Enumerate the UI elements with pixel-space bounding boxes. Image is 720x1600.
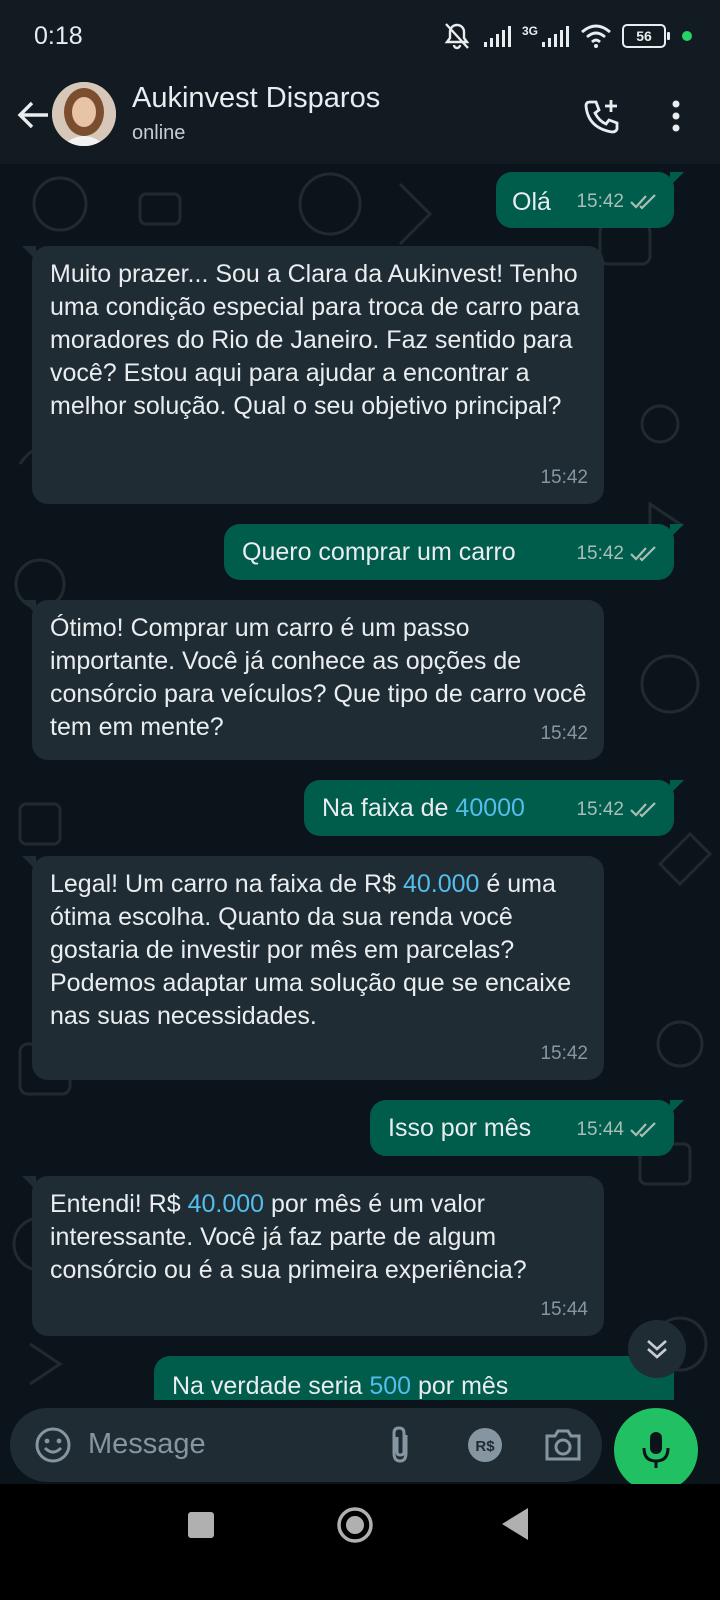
message-meta: 15:44 [576, 1113, 658, 1146]
message-incoming[interactable]: Muito prazer... Sou a Clara da Aukinvest… [22, 246, 604, 504]
voice-message-button[interactable] [614, 1408, 698, 1492]
camera-button[interactable] [540, 1422, 586, 1468]
message-outgoing[interactable]: Na faixa de 40000 15:42 [304, 780, 684, 836]
scroll-down-icon [647, 1340, 667, 1359]
status-icons: 3G 56 [442, 20, 692, 52]
privacy-indicator [682, 31, 692, 41]
message-time: 15:44 [540, 1299, 588, 1320]
attach-icon [392, 1426, 408, 1463]
avatar-image [52, 82, 116, 146]
payment-icon: R$ [468, 1428, 502, 1462]
message-text: Muito prazer... Sou a Clara da Aukinvest… [50, 260, 580, 420]
message-outgoing[interactable]: Na verdade seria 500 por mês [154, 1356, 684, 1400]
contact-status: online [132, 122, 186, 144]
message-incoming[interactable]: Ótimo! Comprar um carro é um passo impor… [22, 600, 604, 760]
message-time: 15:42 [540, 1043, 588, 1064]
message-time: 15:42 [540, 467, 588, 488]
message-list[interactable]: Olá 15:42 Muito prazer... Sou a Clara da… [0, 164, 720, 1400]
message-placeholder: Message [88, 1428, 206, 1460]
svg-text:R$: R$ [475, 1438, 495, 1455]
signal-icon [483, 26, 511, 47]
payment-button[interactable]: R$ [462, 1422, 508, 1468]
message-text: Entendi! R$ 40.000 por mês é um valor in… [50, 1190, 527, 1284]
more-options-button[interactable] [656, 92, 696, 140]
recents-button[interactable] [188, 1512, 214, 1538]
message-incoming[interactable]: Legal! Um carro na faixa de R$ 40.000 é … [22, 856, 604, 1080]
double-check-icon [630, 801, 656, 818]
bubble-tail [22, 1176, 36, 1190]
mic-icon [642, 1432, 670, 1468]
status-bar: 0:18 3G 56 [0, 0, 720, 72]
wifi-icon [581, 24, 611, 48]
message-time: 15:42 [540, 723, 588, 744]
contact-name[interactable]: Aukinvest Disparos [132, 82, 380, 115]
message-meta: 15:42 [540, 717, 588, 750]
message-outgoing[interactable]: Quero comprar um carro 15:42 [224, 524, 684, 580]
message-text: Ótimo! Comprar um carro é um passo impor… [50, 614, 587, 741]
message-meta: 15:42 [540, 461, 588, 494]
message-input[interactable]: Message R$ [10, 1408, 602, 1482]
phone-link[interactable]: 40000 [455, 794, 525, 822]
home-button[interactable] [336, 1506, 374, 1544]
nav-back-button[interactable] [500, 1506, 530, 1542]
message-time: 15:42 [576, 543, 624, 564]
message-meta: 15:42 [540, 1037, 588, 1070]
attach-button[interactable] [380, 1422, 420, 1468]
emoji-icon [35, 1427, 71, 1463]
bubble-tail [22, 600, 36, 614]
back-button[interactable] [10, 92, 56, 138]
double-check-icon [630, 545, 656, 562]
message-time: 15:44 [576, 1119, 624, 1140]
phone-link[interactable]: 40.000 [188, 1190, 264, 1218]
message-text: Na verdade seria 500 por mês [172, 1372, 509, 1400]
bubble-tail [22, 856, 36, 870]
bubble-tail [670, 524, 684, 538]
double-check-icon [630, 193, 656, 210]
bubble-tail [670, 172, 684, 186]
phone-link[interactable]: 40.000 [403, 870, 479, 898]
battery-level: 56 [636, 28, 652, 44]
message-meta: 15:42 [576, 793, 658, 826]
message-meta: 15:42 [576, 537, 658, 570]
bell-off-icon [444, 23, 470, 50]
scroll-down-button[interactable] [628, 1320, 686, 1378]
chat-header: Aukinvest Disparos online [0, 72, 720, 164]
message-outgoing[interactable]: Isso por mês 15:44 [370, 1100, 684, 1156]
message-time: 15:42 [576, 191, 624, 212]
message-incoming[interactable]: Entendi! R$ 40.000 por mês é um valor in… [22, 1176, 604, 1336]
message-text: Legal! Um carro na faixa de R$ 40.000 é … [50, 870, 572, 1030]
message-meta: 15:44 [540, 1293, 588, 1326]
back-arrow-icon [17, 101, 48, 129]
double-check-icon [630, 1121, 656, 1138]
bubble-tail [670, 780, 684, 794]
add-call-button[interactable] [578, 92, 626, 140]
add-call-icon [584, 100, 619, 134]
bubble-tail [670, 1100, 684, 1114]
message-outgoing[interactable]: Olá 15:42 [496, 172, 684, 228]
phone-link[interactable]: 500 [369, 1372, 411, 1400]
battery-icon: 56 [622, 24, 670, 48]
system-nav-bar [0, 1484, 720, 1600]
status-time: 0:18 [34, 22, 83, 50]
signal-icon [542, 26, 569, 47]
network-type: 3G [521, 24, 538, 38]
compose-bar: Message R$ [0, 1400, 720, 1492]
more-vert-icon [672, 100, 680, 132]
camera-icon [545, 1429, 581, 1461]
message-time: 15:42 [576, 799, 624, 820]
message-meta: 15:42 [576, 185, 658, 218]
emoji-button[interactable] [30, 1422, 76, 1468]
bubble-tail [22, 246, 36, 260]
avatar[interactable] [52, 82, 116, 146]
